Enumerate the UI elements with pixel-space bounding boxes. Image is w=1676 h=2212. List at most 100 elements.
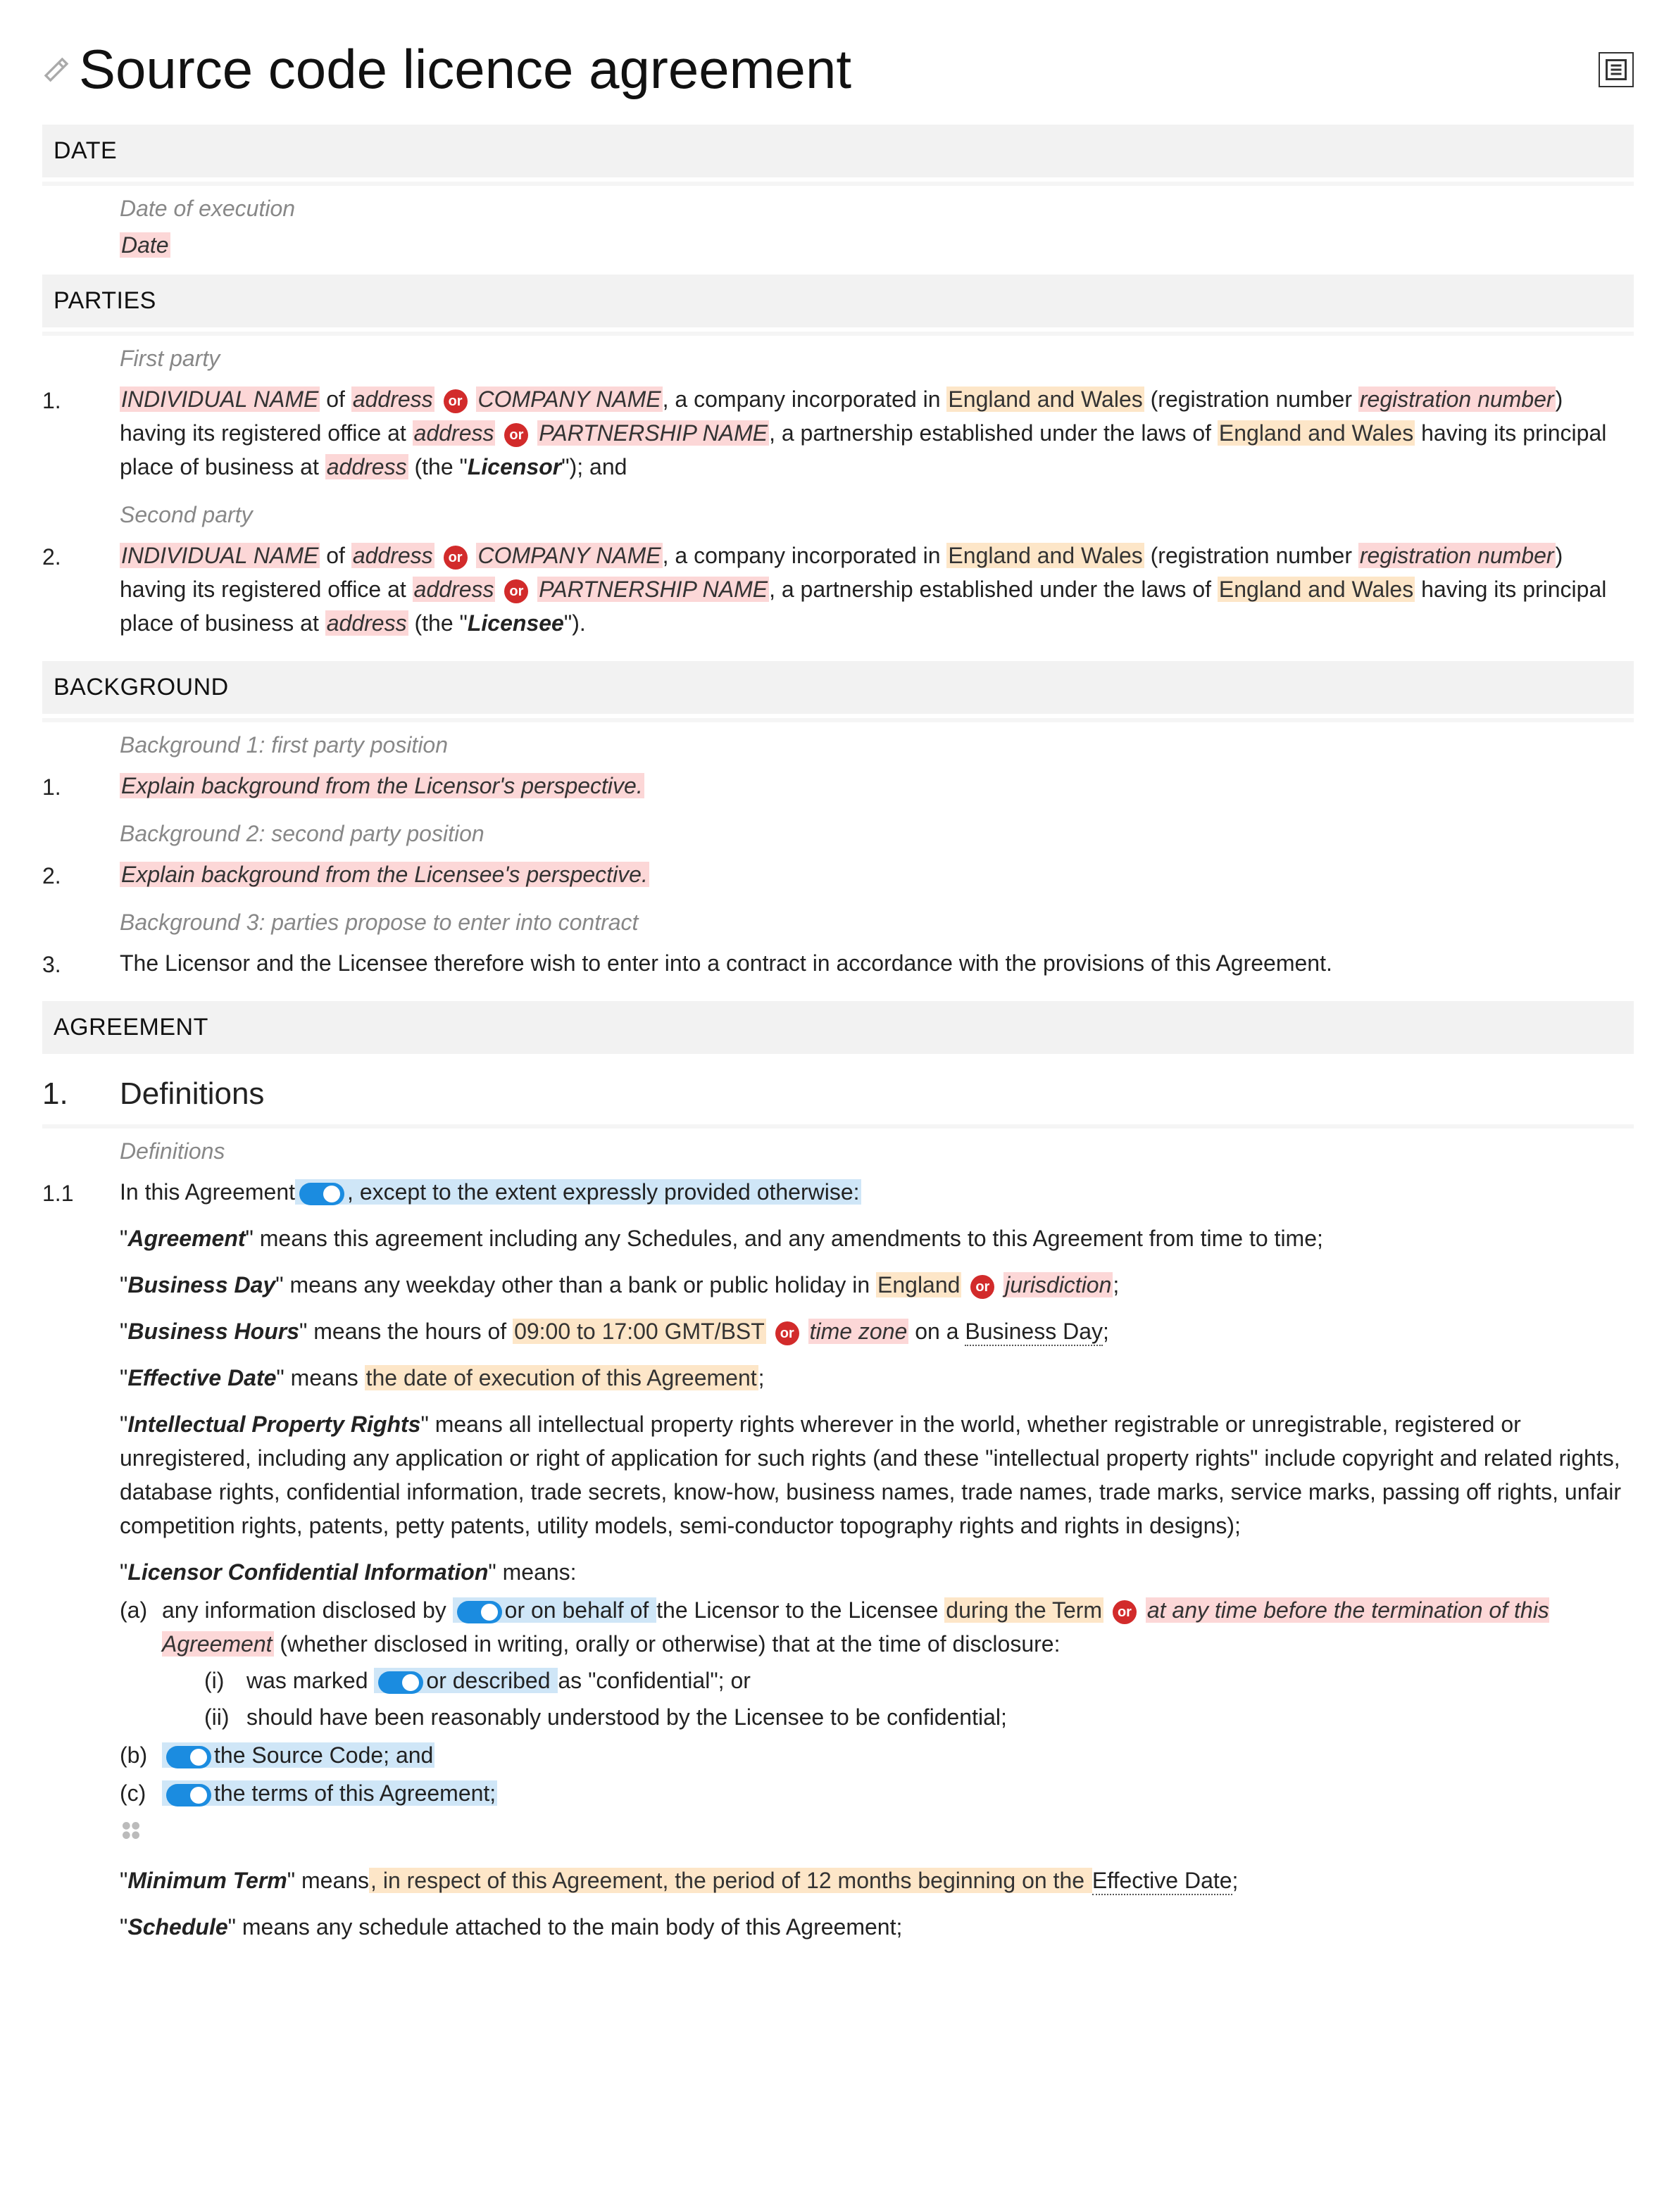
p1-jurisdiction-1[interactable]: England and Wales xyxy=(946,387,1144,412)
mt-orange[interactable]: , in respect of this Agreement, the peri… xyxy=(369,1868,1092,1893)
bh-opt1[interactable]: 09:00 to 17:00 GMT/BST xyxy=(513,1319,766,1344)
c11-intro-blue-text: , except to the extent expressly provide… xyxy=(347,1179,860,1205)
lci-a-i-body: was marked or described as "confidential… xyxy=(246,1664,1634,1697)
p1-address-2[interactable]: address xyxy=(413,420,496,446)
lci-c-label: (c) xyxy=(120,1776,162,1810)
p2-jurisdiction-2[interactable]: England and Wales xyxy=(1218,577,1415,602)
ed-opt1[interactable]: the date of execution of this Agreement xyxy=(365,1365,758,1390)
p1-role-close: "); and xyxy=(561,454,627,479)
def-ipr: "Intellectual Property Rights" means all… xyxy=(120,1407,1634,1542)
p2-jurisdiction-1[interactable]: England and Wales xyxy=(946,543,1144,568)
party-1-body: INDIVIDUAL NAME of address or COMPANY NA… xyxy=(120,382,1634,492)
p2-role-close: "). xyxy=(564,610,586,636)
lci-c-blue[interactable]: the terms of this Agreement; xyxy=(162,1780,497,1806)
term-agreement: Agreement xyxy=(127,1226,245,1251)
lci-a-blue1[interactable]: or on behalf of xyxy=(453,1597,656,1623)
toggle-icon[interactable] xyxy=(457,1601,502,1623)
term-minimum-term: Minimum Term xyxy=(127,1868,287,1893)
or-badge[interactable]: or xyxy=(504,579,528,603)
party-2-number: 2. xyxy=(42,539,120,648)
lci-ai-blue[interactable]: or described xyxy=(374,1668,558,1693)
p2-role-open: (the " xyxy=(408,610,468,636)
bg2-num: 2. xyxy=(42,857,120,900)
mt-pre: " means xyxy=(287,1868,369,1893)
p1-address-1[interactable]: address xyxy=(351,387,434,412)
lci-a-blue1-text: or on behalf of xyxy=(505,1597,655,1623)
or-badge[interactable]: or xyxy=(444,546,468,570)
mt-ed-link[interactable]: Effective Date xyxy=(1092,1868,1232,1895)
p2-individual-name[interactable]: INDIVIDUAL NAME xyxy=(120,543,320,568)
term-ipr: Intellectual Property Rights xyxy=(127,1412,420,1437)
add-item-icon[interactable] xyxy=(120,1817,142,1840)
p2-address-3[interactable]: address xyxy=(325,610,408,636)
toggle-icon[interactable] xyxy=(299,1183,344,1205)
def-business-day: "Business Day" means any weekday other t… xyxy=(120,1268,1634,1302)
or-badge[interactable]: or xyxy=(970,1275,994,1299)
edit-icon[interactable] xyxy=(42,56,70,84)
bd-pre: " means any weekday other than a bank or… xyxy=(275,1272,876,1297)
p1-partnership-text: , a partnership established under the la… xyxy=(769,420,1218,446)
or-badge[interactable]: or xyxy=(1113,1600,1137,1624)
bh-opt2[interactable]: time zone xyxy=(808,1319,909,1344)
lci-a-mid: the Licensor to the Licensee xyxy=(656,1597,944,1623)
def-lci: "Licensor Confidential Information" mean… xyxy=(120,1555,1634,1851)
lci-a-pre: any information disclosed by xyxy=(162,1597,453,1623)
p2-of: of xyxy=(320,543,351,568)
p2-regnum[interactable]: registration number xyxy=(1358,543,1556,568)
bd-post: ; xyxy=(1113,1272,1119,1297)
lci-a-orange1[interactable]: during the Term xyxy=(944,1597,1103,1623)
p1-individual-name[interactable]: INDIVIDUAL NAME xyxy=(120,387,320,412)
p1-address-3[interactable]: address xyxy=(325,454,408,479)
p2-partnership-name[interactable]: PARTNERSHIP NAME xyxy=(537,577,769,602)
background-heading: BACKGROUND xyxy=(42,661,1634,714)
bh-bd-link[interactable]: Business Day xyxy=(965,1319,1103,1346)
lci-ai-blue-text: or described xyxy=(426,1668,556,1693)
c11-intro-blue[interactable]: , except to the extent expressly provide… xyxy=(295,1179,861,1205)
clause-1-1-num: 1.1 xyxy=(42,1175,120,1952)
schedule-body: " means any schedule attached to the mai… xyxy=(228,1914,903,1940)
p1-regnum[interactable]: registration number xyxy=(1358,387,1556,412)
p1-role: Licensor xyxy=(468,454,561,479)
bd-opt1[interactable]: England xyxy=(876,1272,961,1297)
lci-a-post: (whether disclosed in writing, orally or… xyxy=(274,1631,1061,1657)
clause-1-title: Definitions xyxy=(120,1071,1634,1117)
or-badge[interactable]: or xyxy=(775,1321,799,1345)
bg3-num: 3. xyxy=(42,946,120,988)
bh-pre: " means the hours of xyxy=(299,1319,513,1344)
def-minimum-term: "Minimum Term" means, in respect of this… xyxy=(120,1864,1634,1897)
second-party-note: Second party xyxy=(120,492,1634,534)
def-agreement: "Agreement" means this agreement includi… xyxy=(120,1221,1634,1255)
term-effective-date: Effective Date xyxy=(127,1365,276,1390)
bg2-text[interactable]: Explain background from the Licensee's p… xyxy=(120,862,649,887)
bg3-note: Background 3: parties propose to enter i… xyxy=(120,900,1634,942)
toggle-icon[interactable] xyxy=(166,1784,211,1806)
bg2-note: Background 2: second party position xyxy=(120,811,1634,853)
or-badge[interactable]: or xyxy=(444,389,468,413)
p2-company-name[interactable]: COMPANY NAME xyxy=(476,543,662,568)
bd-opt2[interactable]: jurisdiction xyxy=(1003,1272,1113,1297)
bg3-text: The Licensor and the Licensee therefore … xyxy=(120,950,1332,976)
p2-inc: , a company incorporated in xyxy=(663,543,947,568)
lci-a-body: any information disclosed by or on behal… xyxy=(162,1593,1634,1734)
or-badge[interactable]: or xyxy=(504,423,528,447)
bg1-text[interactable]: Explain background from the Licensor's p… xyxy=(120,773,644,798)
p1-partnership-name[interactable]: PARTNERSHIP NAME xyxy=(537,420,769,446)
toc-icon[interactable] xyxy=(1599,52,1634,87)
p2-address-1[interactable]: address xyxy=(351,543,434,568)
mt-post: ; xyxy=(1232,1868,1239,1893)
ed-post: ; xyxy=(758,1365,765,1390)
first-party-note: First party xyxy=(120,336,1634,378)
def-effective-date: "Effective Date" means the date of execu… xyxy=(120,1361,1634,1395)
lci-b-label: (b) xyxy=(120,1738,162,1772)
date-placeholder[interactable]: Date xyxy=(120,232,170,258)
lci-c-blue-text: the terms of this Agreement; xyxy=(214,1780,496,1806)
toggle-icon[interactable] xyxy=(378,1671,423,1694)
p1-jurisdiction-2[interactable]: England and Wales xyxy=(1218,420,1415,446)
lci-ai-post: as "confidential"; or xyxy=(558,1668,751,1693)
term-lci: Licensor Confidential Information xyxy=(127,1559,488,1585)
lci-b-blue-text: the Source Code; and xyxy=(214,1742,433,1768)
lci-b-blue[interactable]: the Source Code; and xyxy=(162,1742,434,1768)
toggle-icon[interactable] xyxy=(166,1746,211,1768)
p1-company-name[interactable]: COMPANY NAME xyxy=(476,387,662,412)
p2-address-2[interactable]: address xyxy=(413,577,496,602)
